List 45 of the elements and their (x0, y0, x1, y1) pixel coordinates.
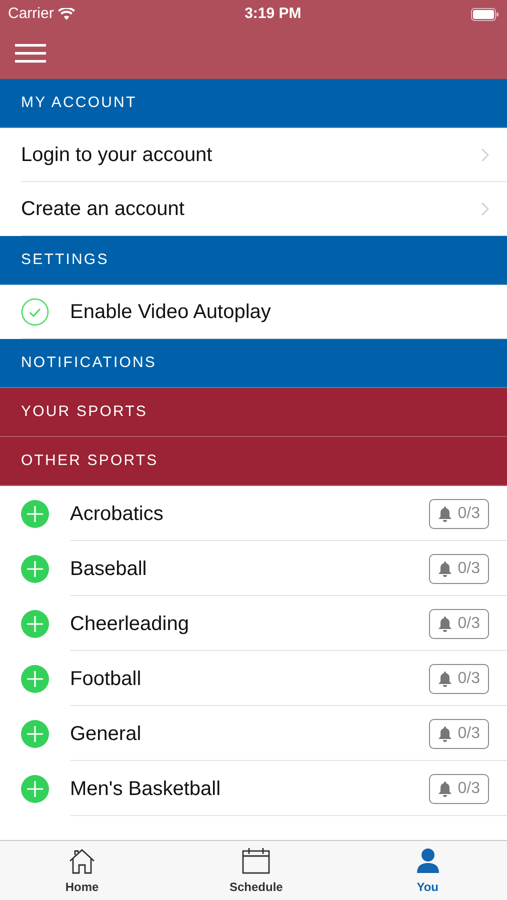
add-icon[interactable] (21, 774, 49, 802)
bell-icon (438, 726, 452, 742)
add-icon[interactable] (21, 554, 49, 582)
list-item[interactable]: Login to your account (0, 128, 507, 182)
notification-count-button[interactable]: 0/3 (428, 664, 489, 694)
checkbox[interactable] (21, 298, 49, 326)
section-header: OTHER SPORTS (0, 437, 507, 486)
carrier-label: Carrier (8, 4, 54, 24)
add-icon[interactable] (21, 664, 49, 692)
sport-name: Baseball (70, 556, 148, 582)
notification-count-button[interactable]: 0/3 (428, 498, 489, 528)
sport-name: Acrobatics (70, 502, 164, 526)
add-icon[interactable] (21, 500, 49, 528)
bell-icon (438, 616, 452, 632)
tab[interactable]: Home (65, 841, 99, 900)
section-header: YOUR SPORTS (0, 388, 507, 437)
bell-icon (438, 780, 452, 796)
bell-icon (438, 670, 452, 686)
section-header: MY ACCOUNT (0, 79, 507, 128)
tab[interactable]: Schedule (229, 841, 283, 900)
add-icon[interactable] (21, 610, 49, 638)
notification-count-button[interactable]: 0/3 (428, 774, 489, 804)
section-header: SETTINGS (0, 236, 507, 285)
wifi-icon (58, 8, 75, 20)
notification-count-button[interactable]: 0/3 (428, 608, 489, 638)
setting-label: Enable Video Autoplay (70, 300, 271, 325)
list-item[interactable]: Create an account (0, 182, 507, 236)
sport-name: Cheerleading (70, 612, 190, 636)
calendar-icon (242, 847, 270, 875)
sport-name: Football (70, 666, 142, 692)
tab[interactable]: You (414, 841, 442, 900)
sport-name: General (70, 722, 142, 746)
clock-time: 3:19 PM (244, 4, 302, 24)
home-icon (68, 847, 96, 875)
battery-icon (470, 8, 499, 20)
sport-name: Men's Basketball (70, 776, 222, 802)
section-header: NOTIFICATIONS (0, 339, 507, 388)
bell-icon (438, 506, 452, 522)
chevron-icon (481, 148, 489, 162)
menu-icon[interactable] (15, 44, 46, 63)
notification-count-button[interactable]: 0/3 (428, 718, 489, 748)
add-icon[interactable] (21, 720, 49, 748)
bell-icon (438, 560, 452, 576)
chevron-icon (481, 202, 489, 216)
notification-count-button[interactable]: 0/3 (428, 554, 489, 584)
